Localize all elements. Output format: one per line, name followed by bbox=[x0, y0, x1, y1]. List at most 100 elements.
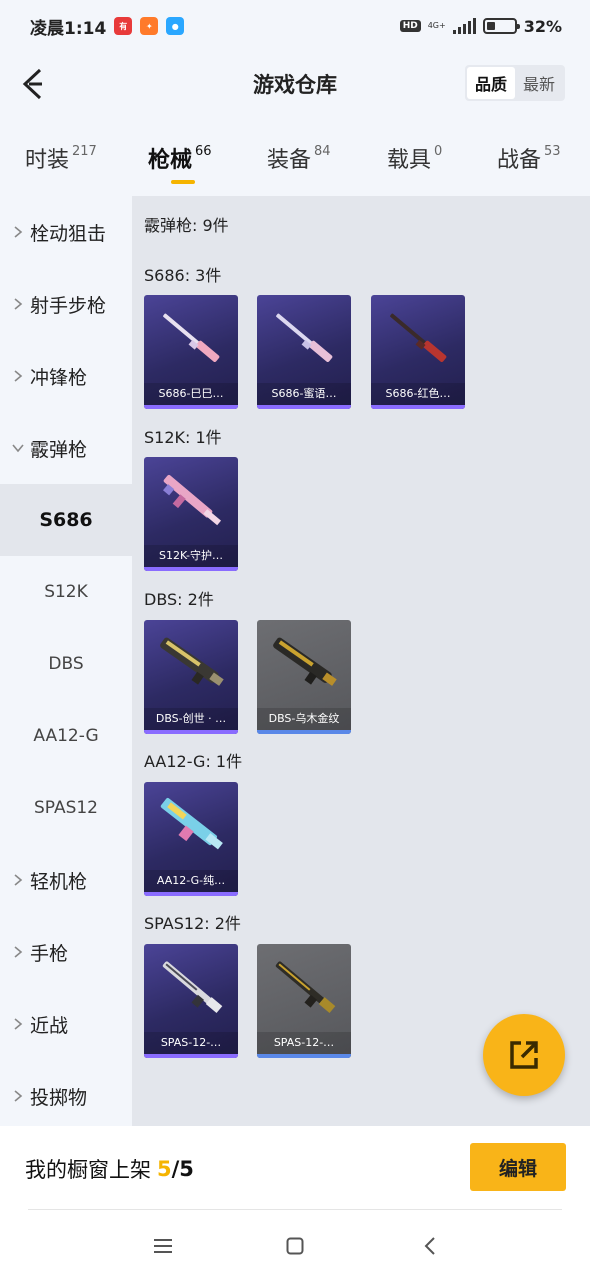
tab-fashion[interactable]: 时装 217 bbox=[25, 142, 97, 174]
item-card[interactable]: S686-巳巳… bbox=[144, 295, 238, 409]
showcase-max-count: 5 bbox=[179, 1157, 194, 1181]
shotgun-skin-icon bbox=[273, 637, 337, 686]
tab-count: 53 bbox=[544, 144, 561, 159]
sidebar-item-label: 轻机枪 bbox=[30, 870, 88, 893]
item-card[interactable]: AA12-G-纯… bbox=[144, 782, 238, 896]
sidebar-sub-s12k[interactable]: S12K bbox=[0, 556, 132, 628]
divider bbox=[28, 1209, 562, 1210]
group-header-s686: S686: 3件 bbox=[144, 266, 222, 285]
item-name: SPAS-12-… bbox=[257, 1032, 351, 1054]
item-name: S686-红色… bbox=[371, 383, 465, 405]
rarity-bar bbox=[144, 405, 238, 409]
tab-count: 217 bbox=[72, 144, 97, 159]
battery-percent: 32% bbox=[523, 16, 562, 36]
category-tabs: 时装 217 枪械 66 装备 84 载具 0 战备 53 bbox=[0, 132, 590, 196]
shotgun-skin-icon bbox=[390, 313, 447, 362]
notification-app-icon: 有 bbox=[114, 17, 133, 35]
showcase-bar: 我的橱窗上架 5/5 编辑 bbox=[0, 1126, 590, 1212]
shotgun-skin-icon bbox=[162, 961, 223, 1014]
sidebar-item-label: 栓动狙击 bbox=[30, 222, 107, 245]
sidebar-item-shotgun[interactable]: 霰弹枪 bbox=[0, 412, 132, 484]
sort-quality-button[interactable]: 品质 bbox=[466, 67, 515, 99]
tab-count: 66 bbox=[195, 144, 212, 159]
chevron-right-icon bbox=[10, 225, 26, 239]
active-tab-indicator bbox=[171, 180, 195, 184]
tab-label: 时装 bbox=[25, 148, 70, 173]
group-header-s12k: S12K: 1件 bbox=[144, 428, 222, 447]
sidebar-sub-dbs[interactable]: DBS bbox=[0, 628, 132, 700]
tab-equipment[interactable]: 装备 84 bbox=[267, 142, 331, 174]
chevron-right-icon bbox=[10, 945, 26, 959]
sort-newest-button[interactable]: 最新 bbox=[515, 67, 563, 99]
sidebar-item-label: 近战 bbox=[30, 1014, 69, 1037]
rarity-bar bbox=[257, 730, 351, 734]
item-name: DBS-创世 · … bbox=[144, 708, 238, 730]
group-header-dbs: DBS: 2件 bbox=[144, 590, 214, 609]
page-title: 游戏仓库 bbox=[253, 73, 337, 97]
item-card[interactable]: S12K-守护… bbox=[144, 457, 238, 571]
rarity-bar bbox=[144, 567, 238, 571]
shotgun-skin-icon bbox=[276, 313, 333, 362]
item-name: DBS-乌木金纹 bbox=[257, 708, 351, 730]
item-name: AA12-G-纯… bbox=[144, 870, 238, 892]
tab-label: 载具 bbox=[387, 148, 432, 173]
tab-guns[interactable]: 枪械 66 bbox=[148, 142, 212, 174]
sidebar-item-bolt-sniper[interactable]: 栓动狙击 bbox=[0, 196, 132, 268]
item-card[interactable]: SPAS-12-… bbox=[257, 944, 351, 1058]
notification-chat-icon: ● bbox=[166, 17, 185, 35]
item-card[interactable]: SPAS-12-… bbox=[144, 944, 238, 1058]
edit-button[interactable]: 编辑 bbox=[470, 1143, 566, 1191]
share-button[interactable] bbox=[483, 1014, 565, 1096]
showcase-label: 我的橱窗上架 bbox=[25, 1158, 151, 1182]
back-arrow-icon bbox=[22, 68, 42, 100]
tab-supplies[interactable]: 战备 53 bbox=[497, 142, 561, 174]
item-name: S12K-守护… bbox=[144, 545, 238, 567]
sidebar-item-label: 霰弹枪 bbox=[30, 438, 88, 461]
back-nav-button[interactable] bbox=[414, 1230, 446, 1262]
sidebar-item-lmg[interactable]: 轻机枪 bbox=[0, 844, 132, 916]
sidebar-sub-s686[interactable]: S686 bbox=[0, 484, 132, 556]
rifle-skin-icon bbox=[160, 797, 223, 850]
rarity-bar bbox=[144, 730, 238, 734]
tab-count: 84 bbox=[314, 144, 331, 159]
sidebar-item-melee[interactable]: 近战 bbox=[0, 988, 132, 1060]
menu-nav-button[interactable] bbox=[147, 1230, 179, 1262]
item-card[interactable]: S686-红色… bbox=[371, 295, 465, 409]
showcase-current-count: 5 bbox=[157, 1157, 172, 1181]
showcase-separator: / bbox=[171, 1157, 180, 1181]
tab-count: 0 bbox=[434, 144, 443, 159]
sidebar-item-marksman-rifle[interactable]: 射手步枪 bbox=[0, 268, 132, 340]
hd-badge: HD bbox=[399, 20, 421, 32]
status-time: 凌晨1:14 bbox=[30, 18, 107, 39]
signal-icon bbox=[452, 18, 476, 34]
shotgun-skin-icon bbox=[163, 313, 220, 362]
network-type: 4G+ bbox=[427, 21, 446, 30]
tab-vehicles[interactable]: 载具 0 bbox=[387, 142, 442, 174]
tab-label: 枪械 bbox=[148, 148, 193, 173]
rarity-bar bbox=[257, 405, 351, 409]
sidebar-item-pistol[interactable]: 手枪 bbox=[0, 916, 132, 988]
chevron-right-icon bbox=[10, 369, 26, 383]
home-nav-button[interactable] bbox=[279, 1230, 311, 1262]
sidebar-item-label: 手枪 bbox=[30, 942, 69, 965]
item-card[interactable]: DBS-乌木金纹 bbox=[257, 620, 351, 734]
rarity-bar bbox=[257, 1054, 351, 1058]
sidebar-sub-spas12[interactable]: SPAS12 bbox=[0, 772, 132, 844]
notification-shop-icon: ✦ bbox=[140, 17, 159, 35]
sidebar-item-smg[interactable]: 冲锋枪 bbox=[0, 340, 132, 412]
system-nav-bar bbox=[0, 1212, 590, 1280]
item-name: S686-巳巳… bbox=[144, 383, 238, 405]
sidebar-item-label: 投掷物 bbox=[30, 1086, 88, 1109]
chevron-right-icon bbox=[10, 297, 26, 311]
chevron-right-icon bbox=[10, 1089, 26, 1103]
back-button[interactable] bbox=[14, 66, 50, 102]
sidebar: 栓动狙击 射手步枪 冲锋枪 霰弹枪 S686 S12K DBS AA12-G S… bbox=[0, 196, 132, 1126]
group-header-spas12: SPAS12: 2件 bbox=[144, 914, 241, 933]
battery-icon bbox=[482, 18, 520, 34]
item-card[interactable]: DBS-创世 · … bbox=[144, 620, 238, 734]
item-card[interactable]: S686-蜜语… bbox=[257, 295, 351, 409]
category-total: 霰弹枪: 9件 bbox=[144, 216, 229, 235]
sidebar-item-throwables[interactable]: 投掷物 bbox=[0, 1060, 132, 1132]
sidebar-item-label: 冲锋枪 bbox=[30, 366, 88, 389]
sidebar-sub-aa12g[interactable]: AA12-G bbox=[0, 700, 132, 772]
